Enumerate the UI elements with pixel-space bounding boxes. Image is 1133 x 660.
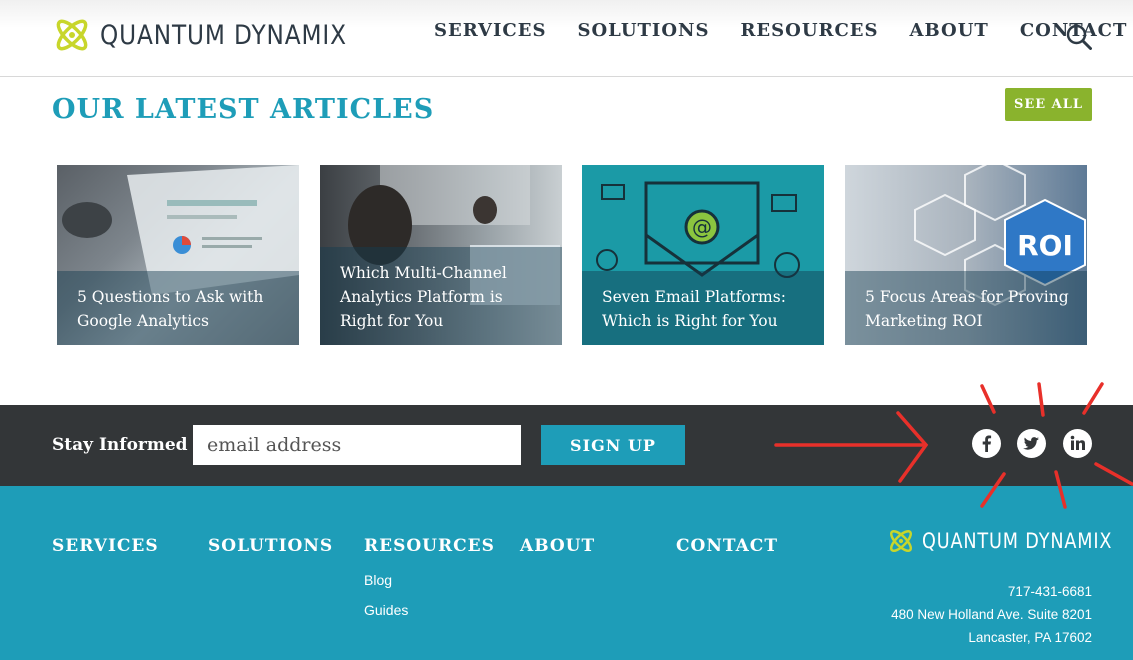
svg-text:ROI: ROI: [1017, 229, 1073, 262]
footer-heading-about[interactable]: ABOUT: [520, 536, 595, 556]
footer-logo[interactable]: QUANTUM DYNAMIX: [886, 526, 1133, 556]
footer-heading-solutions[interactable]: SOLUTIONS: [208, 536, 333, 556]
footer-link-guides[interactable]: Guides: [364, 602, 495, 618]
article-card[interactable]: Which Multi-Channel Analytics Platform i…: [320, 165, 562, 345]
atom-logo-icon: [889, 529, 913, 553]
site-header: QUANTUM DYNAMIX SERVICES SOLUTIONS RESOU…: [0, 0, 1133, 77]
brand-logo[interactable]: QUANTUM DYNAMIX: [52, 14, 387, 56]
footer-brand-name: QUANTUM DYNAMIX: [922, 529, 1113, 553]
article-title: Seven Email Platforms: Which is Right fo…: [602, 288, 786, 330]
stay-informed-label: Stay Informed: [52, 435, 188, 455]
facebook-icon[interactable]: [972, 429, 1001, 458]
footer-col-solutions: SOLUTIONS: [208, 536, 333, 556]
main-nav: SERVICES SOLUTIONS RESOURCES ABOUT CONTA…: [434, 20, 1133, 41]
sign-up-button[interactable]: SIGN UP: [541, 425, 685, 465]
nav-resources[interactable]: RESOURCES: [740, 20, 878, 41]
address-line-2: Lancaster, PA 17602: [968, 630, 1092, 645]
footer-col-about: ABOUT: [520, 536, 595, 556]
nav-services[interactable]: SERVICES: [434, 20, 546, 41]
address-line-1: 480 New Holland Ave. Suite 8201: [891, 607, 1092, 622]
phone-number[interactable]: 717-431-6681: [1008, 584, 1092, 599]
newsletter-bar: Stay Informed SIGN UP: [0, 405, 1133, 486]
article-title: Which Multi-Channel Analytics Platform i…: [340, 264, 507, 330]
footer-col-services: SERVICES: [52, 536, 159, 556]
footer-heading-services[interactable]: SERVICES: [52, 536, 159, 556]
nav-about[interactable]: ABOUT: [910, 20, 989, 41]
linkedin-icon[interactable]: [1063, 429, 1092, 458]
footer-link-blog[interactable]: Blog: [364, 572, 495, 588]
nav-solutions[interactable]: SOLUTIONS: [577, 20, 709, 41]
email-field[interactable]: [193, 425, 521, 465]
twitter-icon[interactable]: [1017, 429, 1046, 458]
search-icon[interactable]: [1066, 24, 1092, 50]
brand-name: QUANTUM DYNAMIX: [100, 19, 347, 51]
article-card[interactable]: @ Seven Email Platforms: Which is Right …: [582, 165, 824, 345]
article-card[interactable]: 5 Questions to Ask with Google Analytics: [57, 165, 299, 345]
section-title: OUR LATEST ARTICLES: [52, 94, 435, 125]
footer-col-contact: CONTACT: [676, 536, 778, 556]
footer-col-resources: RESOURCES Blog Guides: [364, 536, 495, 618]
site-footer: SERVICES SOLUTIONS RESOURCES Blog Guides…: [0, 486, 1133, 660]
atom-logo-icon: [56, 19, 88, 51]
article-title: 5 Questions to Ask with Google Analytics: [77, 288, 264, 330]
article-title: 5 Focus Areas for Proving Marketing ROI: [865, 288, 1069, 330]
footer-heading-contact[interactable]: CONTACT: [676, 536, 778, 556]
footer-heading-resources[interactable]: RESOURCES: [364, 536, 495, 556]
article-card[interactable]: ROI 5 Focus Areas for Proving Marketing …: [845, 165, 1087, 345]
svg-text:@: @: [692, 215, 712, 239]
see-all-button[interactable]: SEE ALL: [1005, 88, 1092, 121]
